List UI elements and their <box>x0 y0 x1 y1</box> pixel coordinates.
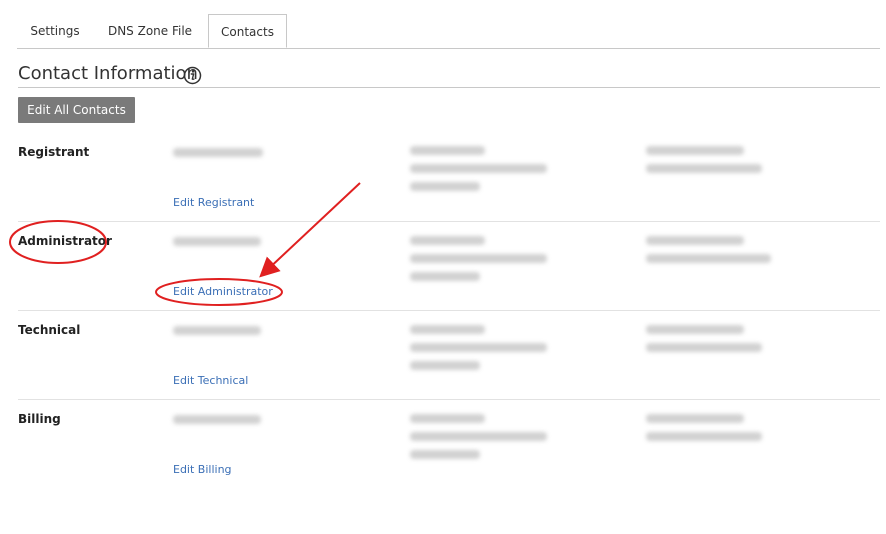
tab-settings[interactable]: Settings <box>17 14 93 48</box>
redacted-name <box>173 415 261 424</box>
contact-role: Administrator <box>18 234 112 248</box>
redacted-name <box>173 148 263 157</box>
redacted-address <box>410 182 480 191</box>
tab-bar: Settings DNS Zone File Contacts <box>17 14 880 49</box>
contact-role: Registrant <box>18 145 90 159</box>
edit-all-contacts-button[interactable]: Edit All Contacts <box>18 97 135 123</box>
edit-billing-link[interactable]: Edit Billing <box>173 463 232 476</box>
redacted-email <box>646 254 771 263</box>
info-icon[interactable] <box>183 66 202 85</box>
redacted-address <box>410 325 485 334</box>
redacted-email <box>646 432 762 441</box>
redacted-address <box>410 164 547 173</box>
contact-role: Technical <box>18 323 81 337</box>
redacted-address <box>410 414 485 423</box>
contact-row-administrator: Administrator Edit Administrator <box>18 222 880 311</box>
redacted-address <box>410 361 480 370</box>
redacted-email <box>646 343 762 352</box>
redacted-phone <box>646 146 744 155</box>
redacted-address <box>410 272 480 281</box>
edit-technical-link[interactable]: Edit Technical <box>173 374 248 387</box>
contact-role: Billing <box>18 412 61 426</box>
redacted-address <box>410 450 480 459</box>
tab-contacts[interactable]: Contacts <box>208 14 287 48</box>
redacted-address <box>410 432 547 441</box>
section-header: Contact Information <box>18 62 880 88</box>
tab-dns-zone-file[interactable]: DNS Zone File <box>97 14 203 48</box>
page-title: Contact Information <box>18 63 198 84</box>
redacted-name <box>173 326 261 335</box>
edit-registrant-link[interactable]: Edit Registrant <box>173 196 254 209</box>
redacted-address <box>410 254 547 263</box>
redacted-phone <box>646 325 744 334</box>
redacted-phone <box>646 414 744 423</box>
redacted-address <box>410 343 547 352</box>
redacted-address <box>410 146 485 155</box>
redacted-phone <box>646 236 744 245</box>
edit-administrator-link[interactable]: Edit Administrator <box>173 285 273 298</box>
contact-row-registrant: Registrant Edit Registrant <box>18 136 880 222</box>
redacted-email <box>646 164 762 173</box>
redacted-name <box>173 237 261 246</box>
contact-row-technical: Technical Edit Technical <box>18 311 880 400</box>
contact-row-billing: Billing Edit Billing <box>18 400 880 490</box>
redacted-address <box>410 236 485 245</box>
